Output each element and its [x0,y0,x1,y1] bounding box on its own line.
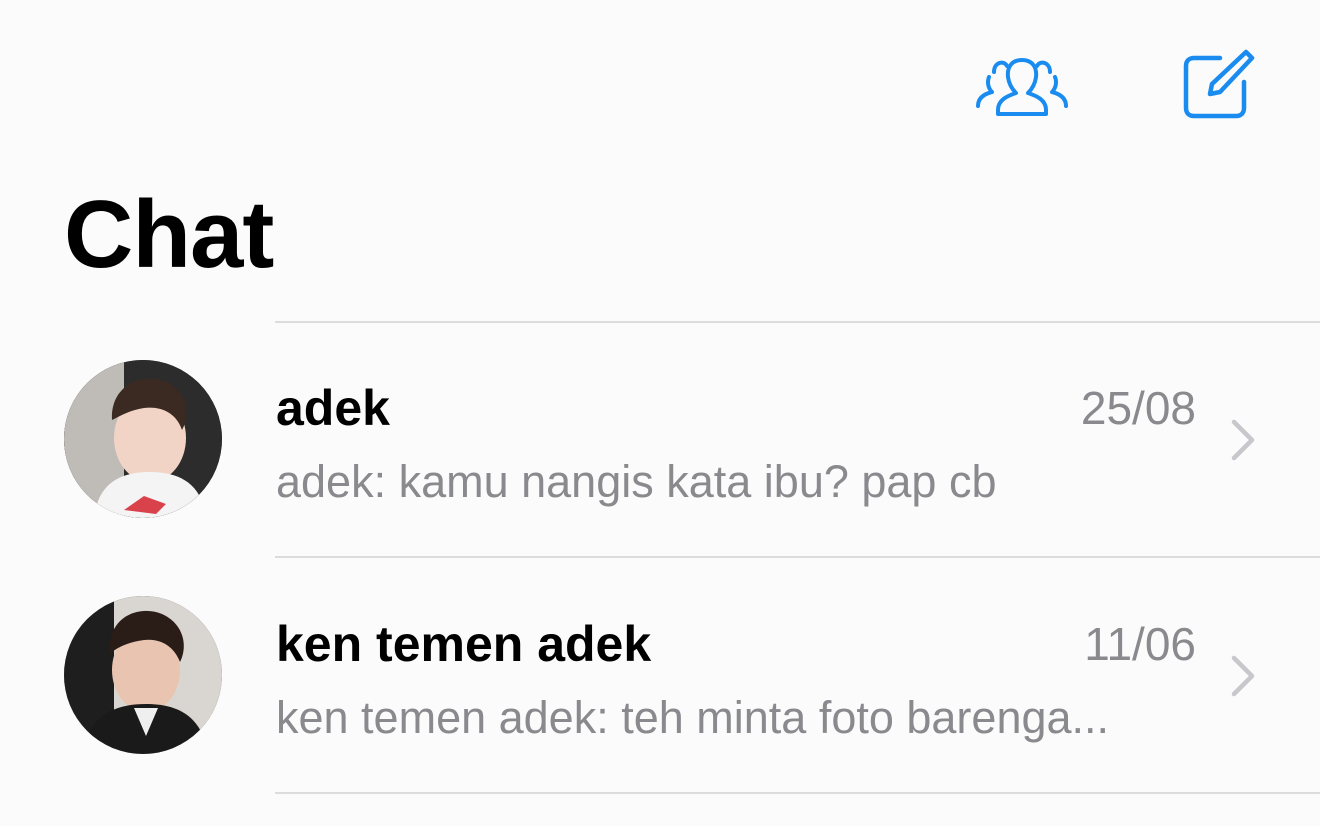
chevron-right-icon [1231,419,1255,461]
message-preview: ken temen adek: teh minta foto barenga..… [276,692,1110,743]
timestamp: 25/08 [1080,382,1196,434]
contact-name: adek [276,380,390,436]
contact-name: ken temen adek [276,616,652,672]
avatar [64,596,222,754]
avatar [64,360,222,518]
divider [275,792,1320,794]
page-title: Chat [64,181,274,288]
group-button[interactable] [972,52,1072,122]
timestamp: 11/06 [1084,618,1196,670]
chat-row[interactable]: adek 25/08 adek: kamu nangis kata ibu? p… [0,322,1320,556]
compose-icon [1183,49,1255,119]
compose-button[interactable] [1180,46,1256,122]
chevron-right-icon [1231,655,1255,697]
people-icon [976,58,1068,116]
message-preview: adek: kamu nangis kata ibu? pap cb [276,456,997,507]
top-bar [0,0,1320,150]
chat-row[interactable]: ken temen adek 11/06 ken temen adek: teh… [0,558,1320,792]
